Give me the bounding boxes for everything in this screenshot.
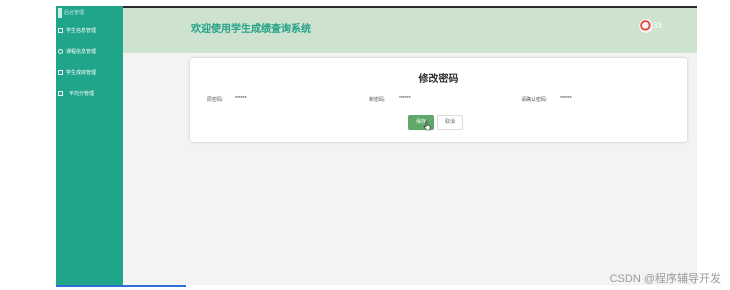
confirm-password-input[interactable]: [560, 94, 620, 104]
sidebar-logo: 后台管理: [58, 8, 106, 18]
username[interactable]: 33: [653, 21, 662, 30]
sidebar-item-grades[interactable]: 学生成绩管理: [56, 67, 123, 79]
sidebar-item-average[interactable]: 平均分管理: [56, 88, 123, 100]
sidebar-item-student-info[interactable]: 学生信息管理: [56, 25, 123, 37]
old-password-label: 原密码:: [207, 97, 224, 103]
form-title: 修改密码: [418, 74, 459, 85]
page-title: 欢迎使用学生成绩查询系统: [191, 24, 311, 35]
average-icon: [58, 91, 63, 96]
scrollbar-indicator: [56, 285, 186, 287]
sidebar-item-label: 课程信息管理: [66, 49, 97, 55]
sidebar: 后台管理 学生信息管理 课程信息管理 学生成绩管理 平均分管理: [56, 6, 123, 285]
book-icon: [58, 49, 63, 54]
list-icon: [58, 28, 63, 33]
cancel-button[interactable]: 取消: [437, 115, 463, 130]
header: 欢迎使用学生成绩查询系统 33: [123, 8, 697, 53]
logo-icon: [58, 8, 62, 18]
sidebar-item-label: 平均分管理: [69, 91, 95, 97]
change-password-card: 修改密码 原密码: 新密码: 请确认密码: 保存 取消: [190, 58, 687, 142]
avatar[interactable]: [639, 19, 653, 33]
sidebar-item-label: 学生成绩管理: [66, 70, 97, 76]
hand-cursor-icon: [423, 121, 431, 131]
new-password-label: 新密码:: [369, 97, 386, 103]
grade-icon: [58, 70, 63, 75]
watermark: CSDN @程序辅导开发: [609, 273, 721, 285]
new-password-input[interactable]: [399, 94, 459, 104]
old-password-input[interactable]: [235, 94, 295, 104]
sidebar-item-course-info[interactable]: 课程信息管理: [56, 46, 123, 58]
sidebar-item-label: 学生信息管理: [66, 28, 97, 34]
logo-text: 后台管理: [64, 10, 85, 16]
confirm-password-label: 请确认密码:: [521, 97, 548, 103]
